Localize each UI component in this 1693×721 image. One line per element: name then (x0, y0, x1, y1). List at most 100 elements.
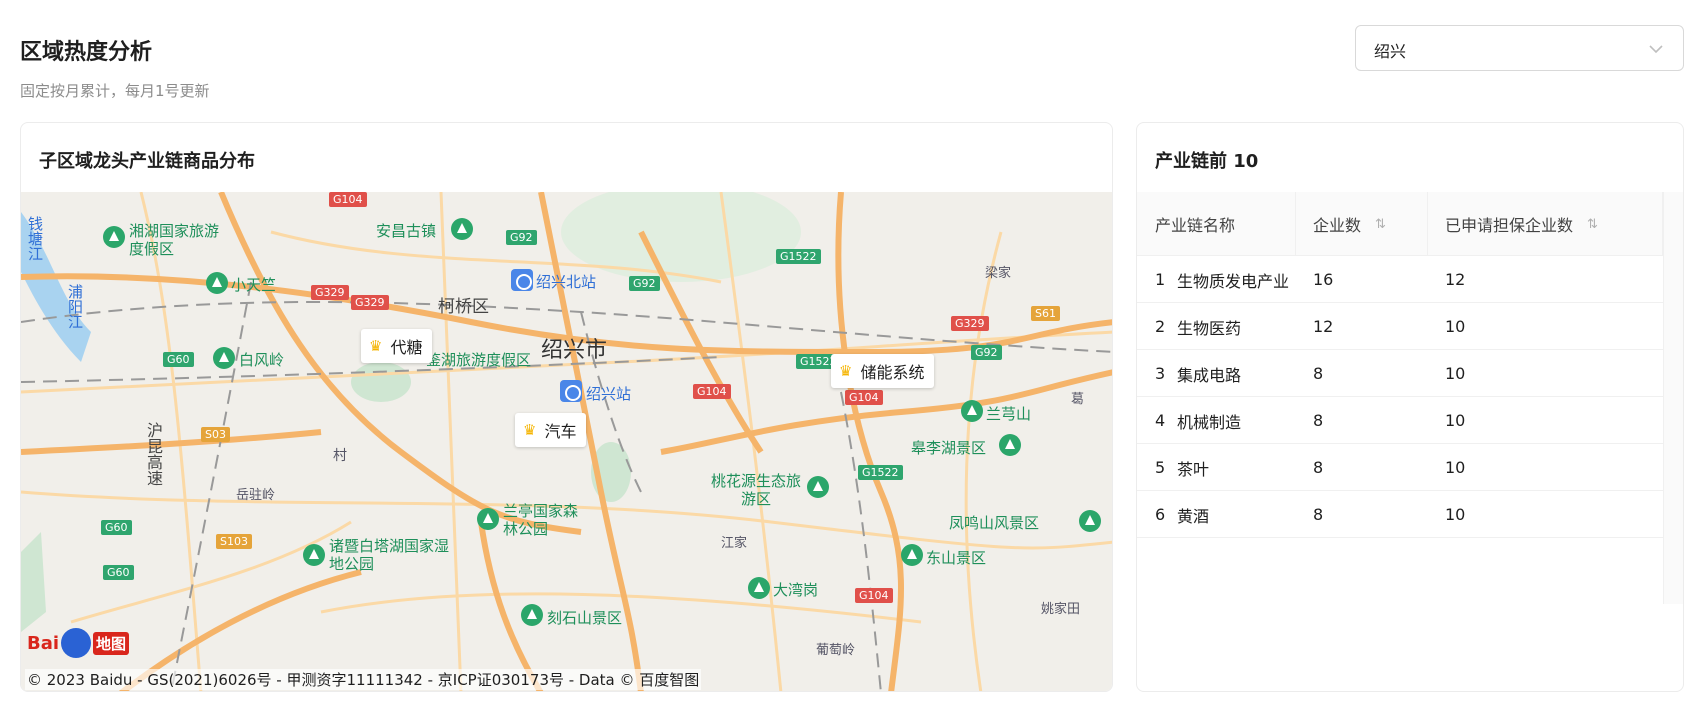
column-header-companies[interactable]: 企业数 ⇅ (1313, 192, 1386, 256)
map-label-dawangang: 大湾岗 (773, 581, 819, 599)
map-marker-energy-storage[interactable]: ♛ 储能系统 (831, 354, 935, 388)
map-label-fengmingshan: 凤鸣山风景区 (949, 514, 1040, 532)
row-rank: 3 (1155, 364, 1166, 383)
map-view[interactable]: 湘湖国家旅游度假区 小天竺 白风岭 安昌古镇 柯桥区 绍兴北站 绍兴市 鉴湖旅游… (21, 192, 1112, 691)
road-badge: G104 (329, 192, 367, 207)
row-industry-name: 黄酒 (1177, 506, 1210, 526)
map-marker-label: 储能系统 (860, 363, 925, 382)
poi-dawangang-icon (748, 577, 770, 599)
table-row[interactable]: 1 生物质发电产业 16 12 (1137, 256, 1663, 303)
map-marker-daitang[interactable]: ♛ 代糖 (361, 329, 433, 363)
poi-lanyinshan-icon (961, 400, 983, 422)
map-label-city: 绍兴市 (541, 338, 608, 363)
map-label-yuezhuling: 岳驻岭 (236, 488, 276, 503)
map-label-keqiao: 柯桥区 (438, 297, 489, 317)
row-guaranteed-count: 10 (1445, 411, 1466, 430)
road-badge: G60 (101, 520, 132, 535)
row-company-count: 16 (1313, 270, 1334, 289)
road-badge: S03 (201, 427, 230, 442)
column-header-label: 已申请担保企业数 (1445, 216, 1574, 235)
map-label-zhuji: 诸暨白塔湖国家湿地公园 (329, 537, 450, 573)
map-label-puyang: 浦阳江 (66, 284, 84, 329)
map-label-lanyinshan: 兰芎山 (986, 405, 1032, 423)
road-badge: G60 (163, 352, 194, 367)
table-scrollbar[interactable] (1663, 192, 1683, 604)
map-card-title: 子区域龙头产业链商品分布 (39, 151, 255, 172)
baidu-logo-text: Bai (27, 632, 60, 654)
map-label-baifengling: 白风岭 (239, 351, 285, 369)
road-badge: S103 (216, 534, 252, 549)
table-row[interactable]: 3 集成电路 8 10 (1137, 350, 1663, 397)
row-rank: 6 (1155, 505, 1166, 524)
map-label-keshishan: 刻石山景区 (547, 609, 623, 627)
map-label-cun: 村 (333, 448, 347, 464)
column-header-name: 产业链名称 (1155, 192, 1235, 256)
table-row[interactable]: 2 生物医药 12 10 (1137, 303, 1663, 350)
row-industry-name: 茶叶 (1177, 459, 1210, 479)
poi-keshishan-icon (521, 604, 543, 626)
row-company-count: 12 (1313, 317, 1334, 336)
map-label-anchang: 安昌古镇 (376, 222, 437, 240)
row-rank: 1 (1155, 270, 1166, 289)
row-industry-name: 机械制造 (1177, 412, 1242, 432)
row-rank: 2 (1155, 317, 1166, 336)
column-header-label: 产业链名称 (1155, 216, 1236, 235)
map-label-taohuayuan: 桃花源生态旅游区 (711, 472, 802, 508)
poi-zhuji-icon (303, 544, 325, 566)
sort-icon[interactable]: ⇅ (1587, 217, 1598, 232)
road-badge: G92 (629, 276, 660, 291)
road-badge: G329 (351, 295, 389, 310)
row-guaranteed-count: 10 (1445, 505, 1466, 524)
map-marker-label: 代糖 (390, 338, 423, 357)
road-badge: G1522 (776, 249, 821, 264)
row-industry-name: 生物质发电产业 (1177, 271, 1290, 291)
poi-fengmingshan-icon (1079, 510, 1101, 532)
road-badge: G329 (951, 316, 989, 331)
map-label-jiangjia: 江家 (721, 536, 748, 551)
road-badge: G104 (855, 588, 893, 603)
sort-icon[interactable]: ⇅ (1375, 217, 1386, 232)
poi-taohuayuan-icon (807, 476, 829, 498)
map-label-xiaotianzhu: 小天竺 (231, 276, 277, 294)
road-badge: G92 (971, 345, 1002, 360)
page-title: 区域热度分析 (20, 40, 153, 65)
row-company-count: 8 (1313, 364, 1324, 383)
row-company-count: 8 (1313, 458, 1324, 477)
poi-baifengling-icon (213, 347, 235, 369)
region-select[interactable]: 绍兴 (1355, 25, 1684, 71)
baidu-map-logo[interactable]: Bai 地图 (27, 625, 130, 661)
road-badge: G329 (311, 285, 349, 300)
table-row[interactable]: 6 黄酒 8 10 (1137, 491, 1663, 538)
table-card-title: 产业链前 10 (1155, 151, 1259, 172)
table-header: 产业链名称 企业数 ⇅ 已申请担保企业数 ⇅ (1137, 192, 1663, 256)
poi-xianghu-icon (103, 226, 125, 248)
crown-icon: ♛ (523, 421, 537, 439)
map-label-yaojiatian: 姚家田 (1041, 602, 1081, 617)
station-north-icon (511, 269, 533, 291)
column-header-label: 企业数 (1313, 216, 1362, 235)
region-select-value: 绍兴 (1374, 42, 1407, 61)
table-row[interactable]: 4 机械制造 8 10 (1137, 397, 1663, 444)
road-badge: G92 (506, 230, 537, 245)
map-card: 子区域龙头产业链商品分布 湘湖国家旅游度假区 小天竺 白风岭 安昌古镇 柯桥区 … (20, 122, 1113, 692)
poi-anchang-icon (451, 218, 473, 240)
map-label-liangjia: 梁家 (985, 266, 1012, 281)
map-label-lanting: 兰亭国家森林公园 (503, 502, 579, 538)
row-industry-name: 集成电路 (1177, 365, 1242, 385)
row-company-count: 8 (1313, 505, 1324, 524)
row-rank: 4 (1155, 411, 1166, 430)
map-marker-automobile[interactable]: ♛ 汽车 (515, 413, 587, 447)
poi-dongshan-icon (901, 544, 923, 566)
map-label-shaoxing-station: 绍兴站 (586, 385, 632, 403)
map-label-xianghu: 湘湖国家旅游度假区 (129, 222, 220, 258)
row-industry-name: 生物医药 (1177, 318, 1242, 338)
row-company-count: 8 (1313, 411, 1324, 430)
column-header-guaranteed[interactable]: 已申请担保企业数 ⇅ (1445, 192, 1598, 256)
table-row[interactable]: 5 茶叶 8 10 (1137, 444, 1663, 491)
map-label-ge: 葛 (1071, 392, 1085, 407)
map-label-putaoling: 葡萄岭 (816, 643, 856, 658)
poi-xiaotianzhu-icon (206, 272, 228, 294)
map-label-huhang: 沪昆高速 (144, 422, 163, 486)
poi-gaolihu-icon (999, 434, 1021, 456)
row-guaranteed-count: 10 (1445, 458, 1466, 477)
